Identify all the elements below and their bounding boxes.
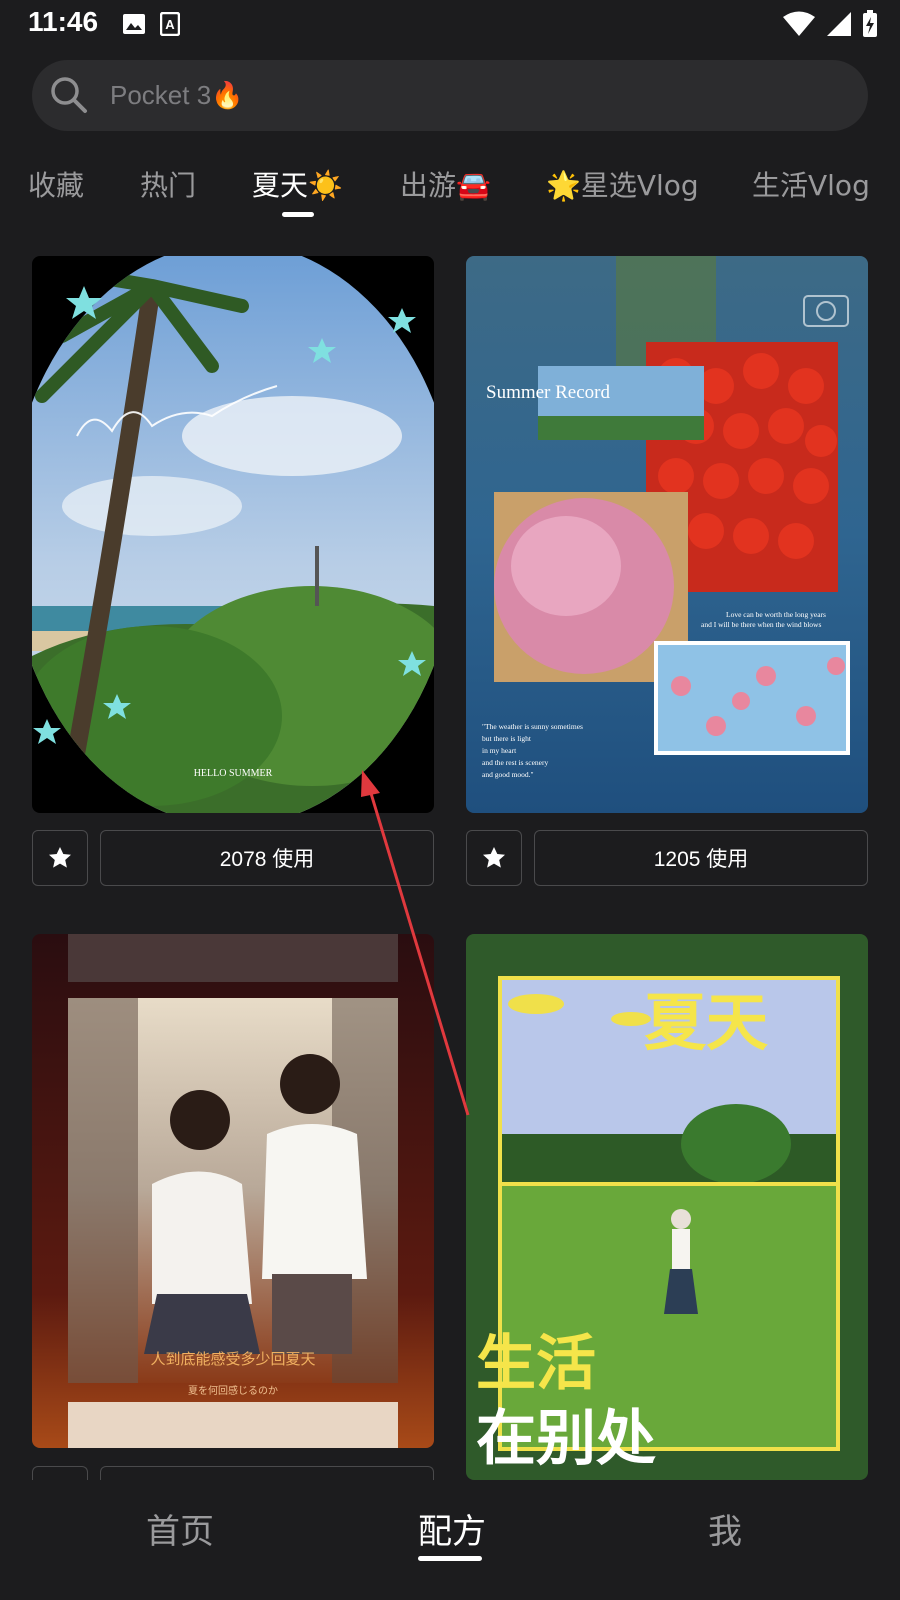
tab-hot[interactable]: 热门 (140, 164, 196, 204)
card-2-title-text: Summer Record (486, 382, 611, 403)
category-tabs: 收藏 热门 夏天☀️ 出游🚘 🌟星选Vlog 生活Vlog (0, 160, 900, 220)
tab-life-vlog[interactable]: 生活Vlog (752, 164, 870, 204)
svg-text:Love can be worth the long yea: Love can be worth the long years (726, 610, 826, 619)
nav-home[interactable]: 首页 (146, 1504, 214, 1553)
card-3-overlay-text: 人到底能感受多少回夏天 (150, 1350, 315, 1368)
template-card-4-thumbnail[interactable]: 夏天 生活 在别处 (466, 934, 868, 1480)
tab-summer[interactable]: 夏天☀️ (252, 164, 343, 204)
card-1-favorite-button[interactable] (32, 830, 88, 886)
card-4-title-text: 夏天 (644, 986, 768, 1059)
card-3-overlay-subtext: 夏を何回感じるのか (188, 1384, 278, 1397)
tab-favorites[interactable]: 收藏 (28, 164, 84, 204)
status-bar: 11:46 A (0, 0, 900, 48)
svg-text:but there is light: but there is light (482, 734, 532, 743)
svg-text:"The weather is sunny sometime: "The weather is sunny sometimes (482, 722, 583, 731)
active-nav-indicator (418, 1556, 482, 1561)
card-3-favorite-button[interactable] (32, 1466, 88, 1480)
star-icon (483, 847, 505, 868)
summer-record-collage-image: Summer Record Love can be worth the long… (466, 256, 868, 813)
a-icon: A (160, 12, 180, 36)
star-icon (49, 847, 71, 868)
card-3-use-button[interactable] (100, 1466, 434, 1480)
template-card-3-thumbnail[interactable]: 人到底能感受多少回夏天 夏を何回感じるのか (32, 934, 434, 1448)
card-4-subtext-2: 在别处 (476, 1404, 656, 1474)
active-tab-indicator (282, 212, 314, 217)
svg-text:A: A (165, 17, 175, 32)
green-field-image: 夏天 生活 在别处 (466, 934, 868, 1480)
card-4-subtext-1: 生活 (476, 1329, 596, 1399)
svg-text:and the rest is scenery: and the rest is scenery (482, 758, 548, 767)
svg-text:and good mood.": and good mood." (482, 770, 534, 779)
svg-text:in my heart: in my heart (482, 746, 517, 755)
card-2-use-button[interactable]: 1205 使用 (534, 830, 868, 886)
wifi-icon (783, 11, 815, 36)
card-1-use-button[interactable]: 2078 使用 (100, 830, 434, 886)
nav-me[interactable]: 我 (708, 1504, 742, 1553)
bottom-navigation: 首页 配方 我 (0, 1480, 900, 1600)
card-1-overlay-text: HELLO SUMMER (194, 768, 273, 779)
search-input[interactable]: Pocket 3🔥 (110, 80, 244, 111)
palm-beach-image: HELLO SUMMER (32, 256, 434, 813)
image-icon (123, 14, 145, 34)
signal-icon (827, 12, 851, 36)
couple-street-image: 人到底能感受多少回夏天 夏を何回感じるのか (32, 934, 434, 1448)
nav-recipes[interactable]: 配方 (418, 1504, 486, 1553)
battery-icon (863, 10, 877, 37)
svg-text:and I will be there when the w: and I will be there when the wind blows (701, 620, 821, 629)
template-card-1-thumbnail[interactable]: HELLO SUMMER (32, 256, 434, 813)
tab-travel[interactable]: 出游🚘 (400, 164, 491, 204)
template-card-2-thumbnail[interactable]: Summer Record Love can be worth the long… (466, 256, 868, 813)
card-2-favorite-button[interactable] (466, 830, 522, 886)
status-time: 11:46 (28, 6, 99, 37)
tab-featured-vlog[interactable]: 🌟星选Vlog (546, 164, 699, 204)
search-icon[interactable] (50, 76, 88, 114)
